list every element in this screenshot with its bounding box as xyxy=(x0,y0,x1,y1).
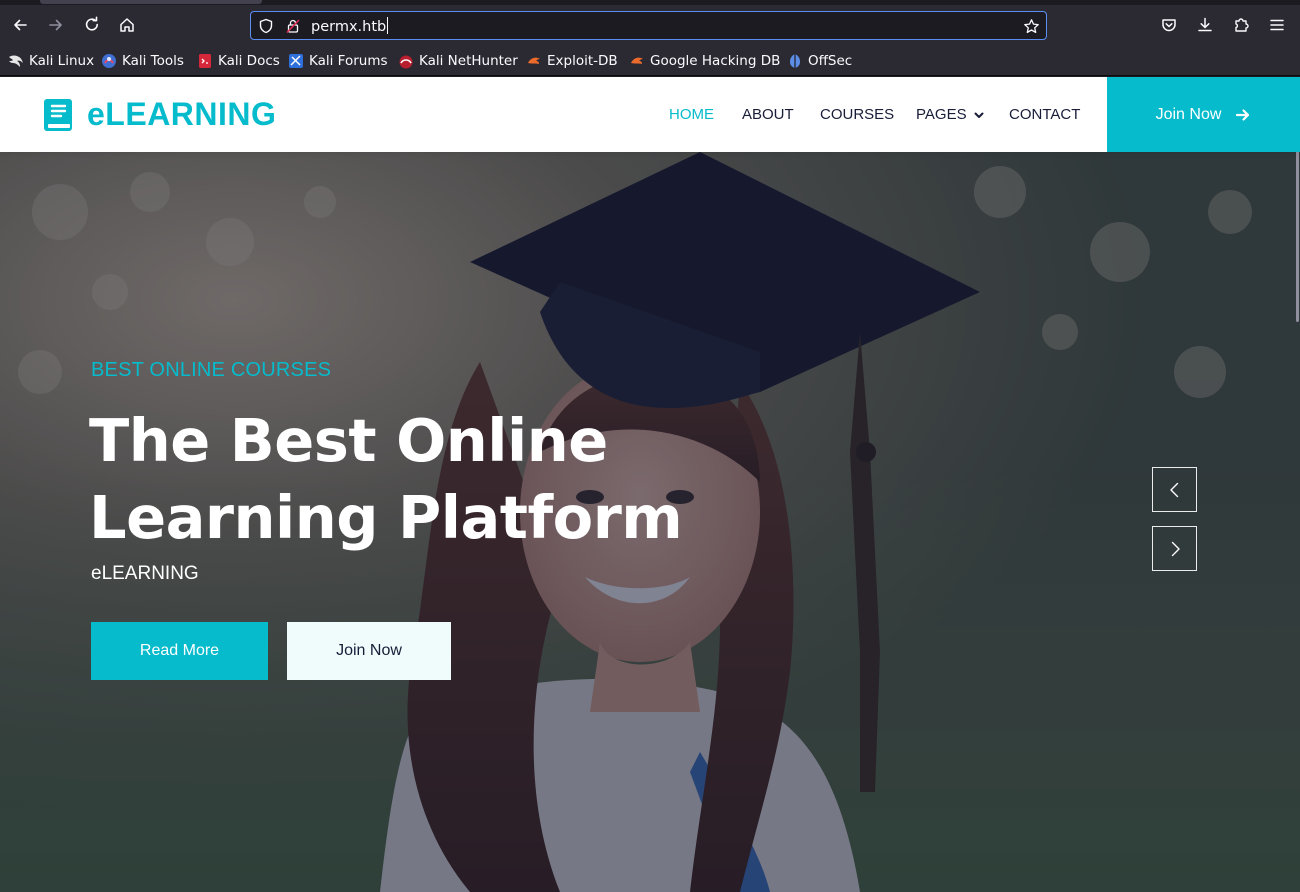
download-icon xyxy=(1198,17,1212,32)
book-icon xyxy=(44,98,72,131)
nav-about[interactable]: ABOUT xyxy=(742,77,794,152)
bookmarks-toolbar: Kali Linux Kali Tools Kali Docs Kali For… xyxy=(0,45,1300,76)
reload-button[interactable] xyxy=(77,10,107,40)
carousel-next-button[interactable] xyxy=(1152,526,1197,571)
hamburger-menu-icon xyxy=(1270,19,1284,31)
kali-dragon-icon xyxy=(9,55,23,67)
reload-icon xyxy=(85,16,98,31)
pocket-button[interactable] xyxy=(1154,10,1184,40)
back-button[interactable] xyxy=(5,10,35,40)
active-tab[interactable] xyxy=(40,0,262,4)
bookmark-label: Kali Tools xyxy=(122,53,184,69)
join-now-button[interactable]: Join Now xyxy=(287,622,451,680)
arrow-right-icon xyxy=(49,19,62,31)
bookmark-google-hacking-db[interactable]: Google Hacking DB xyxy=(629,52,780,70)
bookmark-star-icon[interactable] xyxy=(1022,17,1040,35)
bookmark-label: Kali Docs xyxy=(218,53,280,69)
bookmark-label: Kali NetHunter xyxy=(419,53,518,69)
bookmark-label: Google Hacking DB xyxy=(650,53,781,69)
nav-home-label: HOME xyxy=(669,106,714,123)
bookmark-exploit-db[interactable]: Exploit-DB xyxy=(526,52,618,70)
bookmark-label: Exploit-DB xyxy=(547,53,618,69)
bookmark-label: OffSec xyxy=(808,53,853,69)
puzzle-piece-icon xyxy=(1235,18,1249,32)
ghdb-icon xyxy=(631,57,643,64)
nav-pages: PAGES xyxy=(916,106,985,123)
exploit-db-icon xyxy=(528,57,540,64)
nav-pages-label: PAGES xyxy=(916,106,967,123)
extensions-button[interactable] xyxy=(1226,10,1256,40)
hero-kicker: BEST ONLINE COURSES xyxy=(91,359,332,381)
pocket-icon xyxy=(1162,19,1176,32)
forward-button[interactable] xyxy=(41,10,71,40)
nav-courses[interactable]: COURSES xyxy=(820,77,894,152)
arrow-left-icon xyxy=(14,19,27,31)
nav-contact[interactable]: CONTACT xyxy=(1009,77,1080,152)
site-header: eLEARNING HOME ABOUT COURSES PAGES CONTA… xyxy=(0,77,1300,152)
bookmark-kali-forums[interactable]: Kali Forums xyxy=(288,52,388,70)
bookmark-kali-linux[interactable]: Kali Linux xyxy=(8,52,94,70)
chevron-right-icon xyxy=(1171,541,1180,556)
page-viewport: eLEARNING HOME ABOUT COURSES PAGES CONTA… xyxy=(0,77,1300,892)
browser-toolbar: permx.htb xyxy=(0,5,1300,45)
hero-title-line-1: The Best Online xyxy=(89,406,608,475)
offsec-icon xyxy=(790,54,800,68)
arrow-right-icon xyxy=(1236,108,1250,121)
bookmark-kali-tools[interactable]: Kali Tools xyxy=(101,52,184,70)
downloads-button[interactable] xyxy=(1190,10,1220,40)
insecure-lock-icon[interactable] xyxy=(284,17,302,35)
home-button[interactable] xyxy=(112,10,142,40)
nav-home[interactable]: HOME xyxy=(669,77,714,152)
nav-about-label: ABOUT xyxy=(742,106,794,123)
chevron-down-icon xyxy=(974,112,984,118)
bookmark-label: Kali Forums xyxy=(309,53,388,69)
nav-contact-label: CONTACT xyxy=(1009,106,1081,123)
kali-forums-icon xyxy=(289,54,303,68)
join-now-header-button[interactable]: Join Now xyxy=(1107,77,1300,152)
tracking-protection-shield-icon[interactable] xyxy=(257,17,275,35)
address-bar[interactable]: permx.htb xyxy=(250,11,1047,40)
app-menu-button[interactable] xyxy=(1262,10,1292,40)
brand-name: eLEARNING xyxy=(87,96,277,132)
kali-tools-icon xyxy=(102,54,116,68)
bookmark-offsec[interactable]: OffSec xyxy=(787,52,852,70)
url-text[interactable]: permx.htb xyxy=(311,17,389,36)
hero-subtitle: eLEARNING xyxy=(91,563,199,584)
page-scrollbar[interactable] xyxy=(1296,77,1300,892)
nav-pages-dropdown[interactable]: PAGES xyxy=(916,77,985,152)
carousel-prev-button[interactable] xyxy=(1152,467,1197,512)
kali-nethunter-icon xyxy=(399,55,413,69)
bookmark-kali-nethunter[interactable]: Kali NetHunter xyxy=(398,52,518,70)
home-icon xyxy=(120,18,134,32)
chevron-left-icon xyxy=(1169,482,1178,497)
hero-carousel: BEST ONLINE COURSES The Best Online Lear… xyxy=(0,152,1300,892)
bookmark-label: Kali Linux xyxy=(29,53,95,69)
hero-title-line-2: Learning Platform xyxy=(89,483,683,552)
site-logo[interactable]: eLEARNING xyxy=(43,96,276,133)
join-now-label: Join Now xyxy=(1155,105,1222,123)
kali-docs-icon xyxy=(199,54,211,68)
hero-title: The Best Online Learning Platform xyxy=(89,402,789,556)
nav-courses-label: COURSES xyxy=(820,106,895,123)
bookmark-kali-docs[interactable]: Kali Docs xyxy=(197,52,280,70)
read-more-button[interactable]: Read More xyxy=(91,622,268,680)
